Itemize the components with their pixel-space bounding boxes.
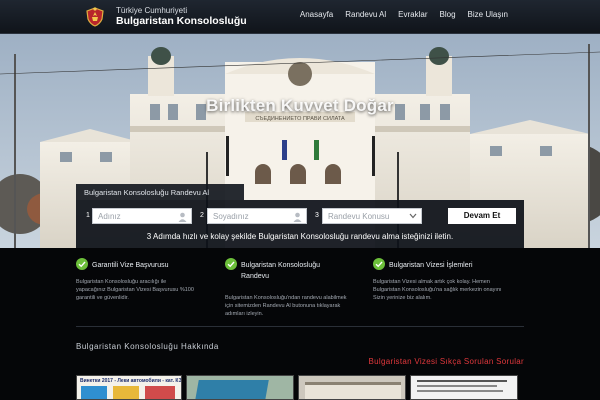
blog-thumbnail[interactable] [410, 375, 518, 400]
nav-blog[interactable]: Blog [434, 10, 462, 19]
appointment-tab: Bulgaristan Konsolosluğu Randevu Al [76, 184, 244, 200]
form-instruction: 3 Adımda hızlı ve kolay şekilde Bulgaris… [146, 232, 454, 241]
hero-tagline: Birlikten Kuvvet Doğar [206, 96, 394, 115]
feature-title: Bulgaristan Vizesi İşlemleri [389, 262, 473, 269]
nav-randevu-al[interactable]: Randevu Al [339, 10, 392, 19]
feature-text-line: Bulgaristan Konsolosluğu'na sağlık merke… [373, 287, 502, 293]
appointment-topic-select[interactable]: Randevu Konusu [322, 208, 422, 224]
nav-anasayfa[interactable]: Anasayfa [294, 10, 339, 19]
main-nav: Anasayfa Randevu Al Evraklar Blog Bize U… [294, 10, 514, 19]
feature-text-line: garantili ve güvenlidir. [76, 295, 129, 301]
check-circle-icon [373, 258, 385, 270]
feature-text-line: için sitemizden Randevu Al butonuna tıkl… [225, 303, 341, 309]
blog-thumbnail[interactable]: Винетки 2017 - Леки автомобили - кат. КЗ [76, 375, 182, 400]
check-circle-icon [225, 258, 237, 270]
feature-text-line: yapacağınız Bulgaristan Vizesi Başvurusu… [76, 287, 194, 293]
nav-bize-ulasin[interactable]: Bize Ulaşın [462, 10, 514, 19]
last-name-field[interactable] [207, 208, 307, 224]
last-name-input[interactable] [208, 209, 306, 223]
brand-subtitle: Türkiye Cumhuriyeti [116, 6, 188, 15]
check-circle-icon [76, 258, 88, 270]
feature-text-line: adımları izleyin. [225, 311, 264, 317]
feature-title: Bulgaristan Konsolosluğu Randevu [241, 262, 320, 280]
section-divider [76, 326, 524, 327]
continue-button[interactable]: Devam Et [448, 208, 516, 224]
building-inscription: СЪЕДИНЕНИЕТО ПРАВИ СИЛАТА [255, 116, 345, 122]
blog-thumbnail[interactable] [186, 375, 294, 400]
first-name-field[interactable] [92, 208, 192, 224]
appointment-topic-value: Randevu Konusu [328, 212, 390, 221]
blog-thumbnail[interactable] [298, 375, 406, 400]
thumbnail-caption: Винетки 2017 - Леки автомобили - кат. КЗ [80, 378, 182, 384]
top-navbar: Türkiye Cumhuriyeti Bulgaristan Konsolos… [0, 0, 600, 34]
feature-text-line: Bulgaristan Konsolosluğu'ndan randevu al… [225, 295, 347, 301]
feature-title: Garantili Vize Başvurusu [92, 262, 169, 269]
user-icon [293, 212, 302, 222]
faq-link[interactable]: Bulgaristan Vizesi Sıkça Sorulan Sorular [369, 357, 524, 366]
coat-of-arms-icon[interactable] [84, 6, 106, 28]
step-number-2: 2 [200, 212, 204, 219]
about-section-title: Bulgaristan Konsolosluğu Hakkında [76, 342, 219, 351]
feature-text-line: Bulgaristan Vizesi almak artık çok kolay… [373, 279, 490, 285]
step-number-1: 1 [86, 212, 90, 219]
chevron-down-icon [409, 213, 417, 219]
user-icon [178, 212, 187, 222]
step-number-3: 3 [315, 212, 319, 219]
feature-text-line: Sizin yerinize biz alalım. [373, 295, 432, 301]
brand-title[interactable]: Bulgaristan Konsolosluğu [116, 15, 247, 27]
feature-text-line: Bulgaristan Konsolosluğu aracılığı ile [76, 279, 167, 285]
nav-evraklar[interactable]: Evraklar [392, 10, 433, 19]
first-name-input[interactable] [93, 209, 191, 223]
